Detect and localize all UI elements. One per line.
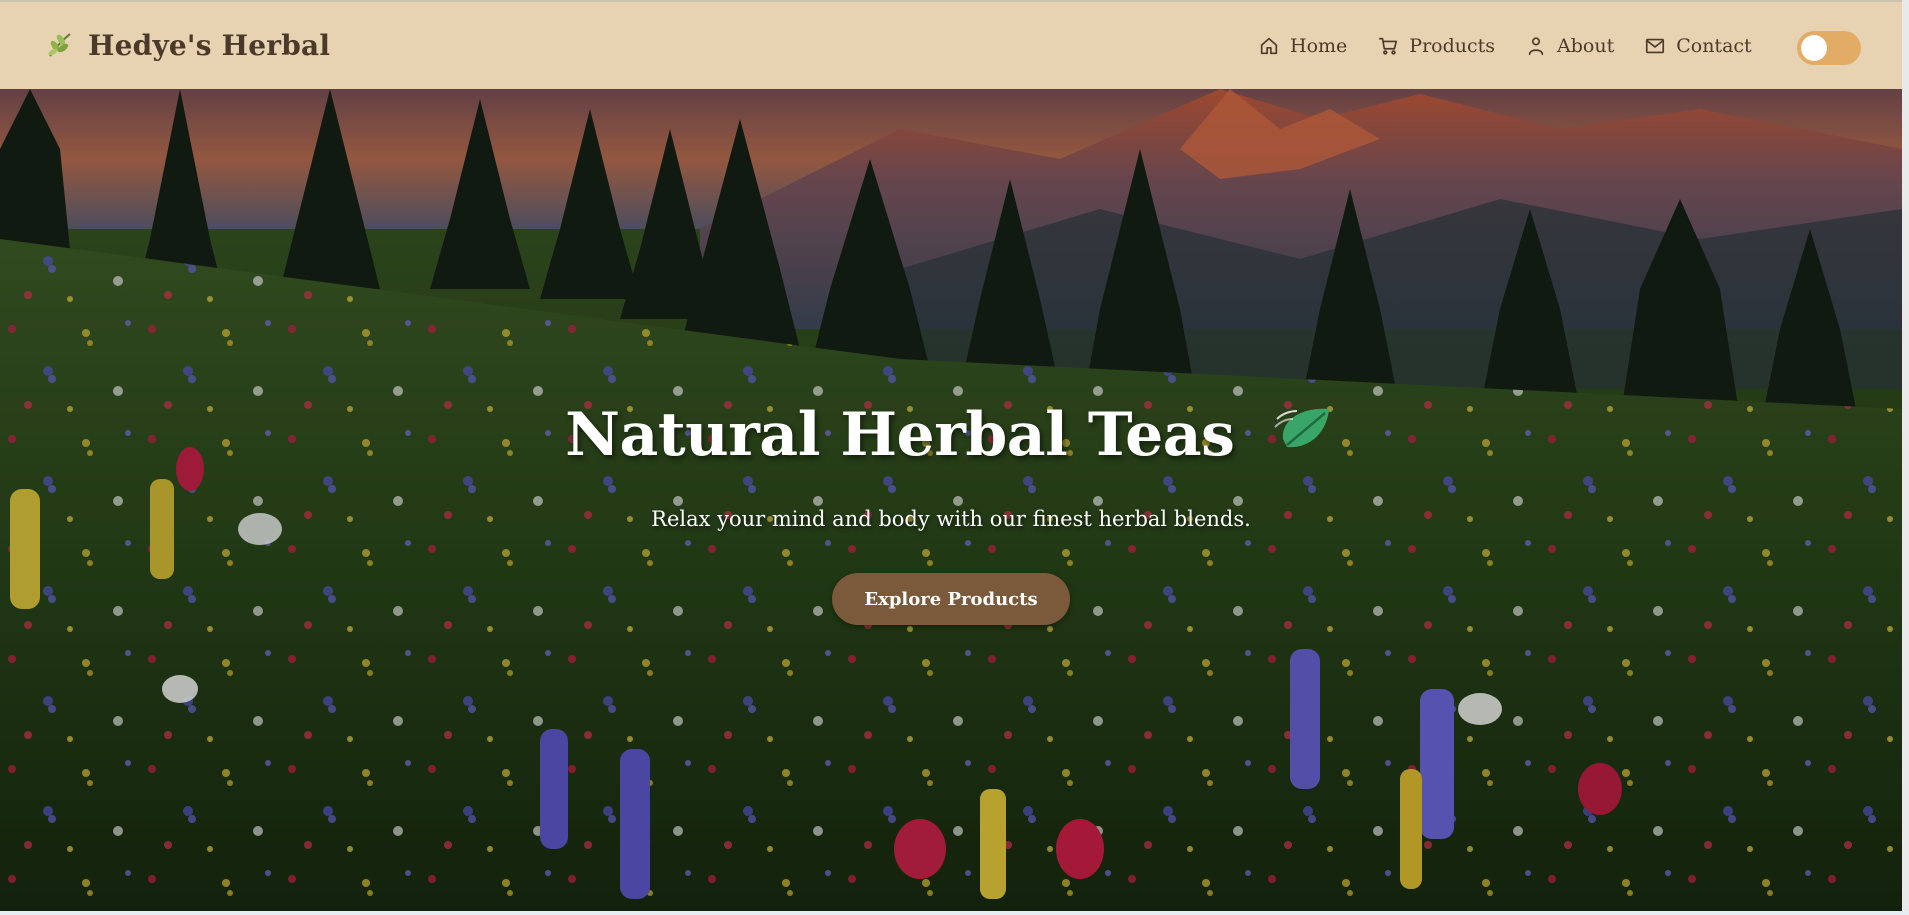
mail-icon (1646, 38, 1665, 54)
nav-item-contact[interactable]: Contact (1644, 30, 1752, 62)
navbar: Hedye's Herbal Home Products About Conta… (0, 0, 1902, 89)
nav-label-home: Home (1290, 35, 1348, 57)
page: Hedye's Herbal Home Products About Conta… (0, 0, 1909, 915)
leaf-fluttering-icon (1273, 399, 1337, 463)
nav-label-products: Products (1409, 35, 1496, 57)
explore-products-button[interactable]: Explore Products (832, 573, 1070, 625)
nav-item-home[interactable]: Home (1258, 30, 1347, 62)
scrollbar[interactable] (1902, 0, 1909, 915)
hero-title: Natural Herbal Teas (0, 399, 1902, 470)
bottom-border (0, 911, 1909, 915)
hero-overlay (0, 89, 1902, 911)
brand[interactable]: Hedye's Herbal (44, 24, 330, 66)
user-icon (1528, 37, 1544, 56)
hero-subtitle: Relax your mind and body with our finest… (651, 507, 1251, 531)
nav-label-about: About (1557, 35, 1615, 57)
theme-toggle[interactable] (1797, 31, 1861, 65)
herb-sprig-icon (44, 30, 74, 60)
home-icon (1260, 37, 1278, 55)
main-nav: Home Products About Contact (1258, 30, 1782, 62)
cart-icon (1379, 37, 1398, 55)
brand-title: Hedye's Herbal (88, 28, 331, 62)
theme-toggle-knob (1801, 35, 1827, 61)
nav-item-about[interactable]: About (1525, 30, 1614, 62)
nav-label-contact: Contact (1676, 35, 1752, 57)
nav-item-products[interactable]: Products (1377, 30, 1495, 62)
hero-title-text: Natural Herbal Teas (565, 400, 1235, 470)
hero-section: Natural Herbal Teas Relax your mind and … (0, 89, 1902, 911)
